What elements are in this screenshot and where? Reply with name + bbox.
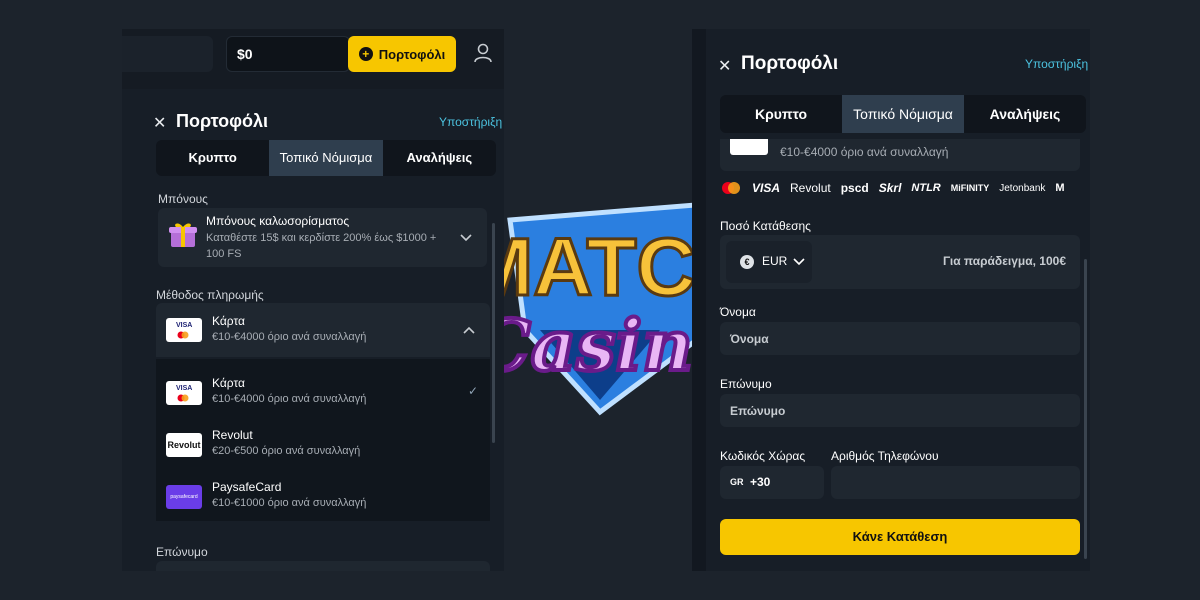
deposit-amount-label: Ποσό Κατάθεσης (720, 219, 811, 233)
method-name: Revolut (212, 428, 253, 442)
chevron-down-icon[interactable] (459, 231, 473, 245)
jetonbank-logo-text: Jetonbank (999, 182, 1046, 194)
support-link[interactable]: Υποστήριξη (1025, 57, 1088, 71)
last-name-label: Επώνυμο (156, 545, 208, 559)
payment-method-dropdown: VISA Κάρτα €10-€4000 όριο ανά συναλλαγή … (156, 359, 490, 521)
list-item-revolut[interactable]: Revolut Revolut €20-€500 όριο ανά συναλλ… (156, 419, 490, 471)
method-limit: €10-€1000 όριο ανά συναλλαγή (212, 497, 367, 509)
more-logo-text: M (1055, 182, 1065, 194)
first-name-field[interactable]: Όνομα (720, 322, 1080, 355)
last-name-placeholder: Επώνυμο (730, 404, 786, 418)
plus-icon: + (358, 47, 373, 61)
last-name-field[interactable]: Επώνυμο (720, 394, 1080, 427)
tab-local-currency[interactable]: Τοπικό Νόμισμα (842, 95, 964, 133)
gift-icon (169, 223, 197, 247)
support-link[interactable]: Υποστήριξη (439, 115, 502, 129)
revolut-logo-text: Revolut (790, 181, 831, 195)
visa-mastercard-logo (730, 139, 768, 155)
method-limit: €20-€500 όριο ανά συναλλαγή (212, 445, 361, 457)
list-item-paysafecard[interactable]: paysafecard PaysafeCard €10-€1000 όριο α… (156, 471, 490, 523)
payment-provider-logos: VISA Revolut pscd Skrl NTLR MiFINITY Jet… (720, 179, 1065, 197)
euro-icon: € (740, 255, 754, 269)
bonus-title: Μπόνους καλωσορίσματος (206, 214, 350, 228)
method-limit: €10-€4000 όριο ανά συναλλαγή (212, 393, 367, 405)
chevron-up-icon[interactable] (462, 323, 476, 337)
tab-crypto[interactable]: Κρυπτο (720, 95, 842, 133)
tab-local-currency[interactable]: Τοπικό Νόμισμα (269, 140, 383, 176)
scrollbar[interactable] (1084, 259, 1087, 559)
wallet-title: Πορτοφόλι (741, 53, 839, 74)
country-code-selector[interactable]: GR +30 (720, 466, 824, 499)
balance-display: $0 (226, 36, 350, 72)
payment-method-selector[interactable]: €10-€4000 όριο ανά συναλλαγή (720, 139, 1080, 171)
method-name: Κάρτα (212, 376, 245, 390)
revolut-logo: Revolut (166, 433, 202, 457)
phone-number-field[interactable] (831, 466, 1080, 499)
currency-code: EUR (762, 254, 788, 268)
flag-icon: GR (730, 477, 744, 487)
payment-method-label: Μέθοδος πληρωμής (156, 288, 264, 302)
user-icon[interactable] (472, 42, 494, 64)
visa-mastercard-logo: VISA (166, 381, 202, 405)
tab-crypto[interactable]: Κρυπτο (156, 140, 269, 176)
wallet-tabs: Κρυπτο Τοπικό Νόμισμα Αναλήψεις (156, 140, 496, 176)
wallet-button[interactable]: + Πορτοφόλι (348, 36, 456, 72)
chevron-down-icon (793, 258, 805, 266)
deposit-amount-field[interactable]: € EUR Για παράδειγμα, 100€ (720, 235, 1080, 289)
close-icon[interactable]: ✕ (153, 113, 166, 133)
svg-text:MATC: MATC (480, 222, 696, 313)
svg-text:Casino: Casino (480, 304, 720, 387)
brand-logo: MATC Casino (480, 180, 720, 420)
bonus-description: Καταθέστε 15$ και κερδίστε 200% έως $100… (206, 232, 437, 260)
wallet-sheet: ✕ Πορτοφόλι Υποστήριξη Κρυπτο Τοπικό Νόμ… (122, 89, 504, 571)
bonus-selector[interactable]: Μπόνους καλωσορίσματος Καταθέστε 15$ και… (158, 208, 487, 267)
visa-mastercard-logo: VISA (166, 318, 202, 342)
search-bar[interactable] (122, 36, 213, 72)
selected-method-limit: €10-€4000 όριο ανά συναλλαγή (212, 331, 367, 343)
selected-method-name: Κάρτα (212, 314, 245, 328)
neteller-logo-text: NTLR (911, 182, 941, 194)
top-bar: $0 + Πορτοφόλι (122, 29, 504, 89)
check-icon: ✓ (468, 384, 479, 398)
amount-placeholder: Για παράδειγμα, 100€ (943, 254, 1066, 268)
last-name-label: Επώνυμο (720, 377, 772, 391)
wallet-tabs: Κρυπτο Τοπικό Νόμισμα Αναλήψεις (720, 95, 1086, 133)
method-name: PaysafeCard (212, 480, 282, 494)
first-name-placeholder: Όνομα (730, 332, 769, 346)
paysafe-logo-text: pscd (840, 181, 869, 195)
deposit-button[interactable]: Κάνε Κατάθεση (720, 519, 1080, 555)
phone-number-label: Αριθμός Τηλεφώνου (831, 449, 939, 463)
last-name-field[interactable] (156, 561, 490, 571)
mastercard-icon (722, 182, 740, 194)
mifinity-logo-text: MiFINITY (950, 183, 990, 193)
currency-selector[interactable]: € EUR (726, 241, 812, 283)
method-limit: €10-€4000 όριο ανά συναλλαγή (780, 145, 949, 159)
visa-logo-text: VISA (752, 181, 781, 195)
bonus-label: Μπόνους (158, 192, 208, 206)
left-wallet-screen: $0 + Πορτοφόλι ✕ Πορτοφόλι Υποστήριξη Κρ… (122, 29, 504, 571)
close-icon[interactable]: ✕ (718, 56, 731, 76)
payment-method-selector[interactable]: VISA Κάρτα €10-€4000 όριο ανά συναλλαγή (156, 303, 490, 357)
wallet-button-label: Πορτοφόλι (378, 46, 446, 62)
first-name-label: Όνομα (720, 305, 756, 319)
skrill-logo-text: Skrl (878, 181, 902, 195)
wallet-title: Πορτοφόλι (176, 111, 269, 131)
right-wallet-screen: ✕ Πορτοφόλι Υποστήριξη Κρυπτο Τοπικό Νόμ… (692, 29, 1090, 571)
country-code-value: +30 (750, 475, 771, 489)
tab-withdrawals[interactable]: Αναλήψεις (964, 95, 1086, 133)
tab-withdrawals[interactable]: Αναλήψεις (383, 140, 496, 176)
scrollbar[interactable] (492, 223, 495, 443)
list-item-card[interactable]: VISA Κάρτα €10-€4000 όριο ανά συναλλαγή … (156, 367, 490, 419)
paysafecard-logo: paysafecard (166, 485, 202, 509)
country-code-label: Κωδικός Χώρας (720, 449, 806, 463)
